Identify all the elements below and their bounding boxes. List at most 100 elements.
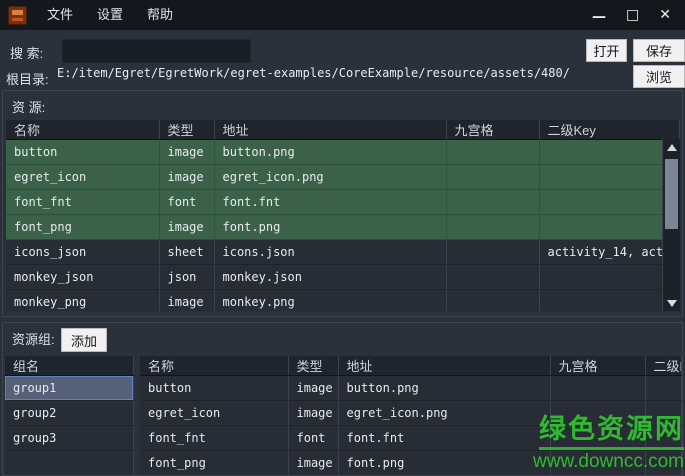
group-resources-table: 名称类型地址九宫格二级Key buttonimagebutton.pngegre… xyxy=(140,356,682,476)
add-group-button[interactable]: 添加 xyxy=(61,328,107,352)
url-cell: button.png xyxy=(338,376,550,401)
url-cell: monkey.png xyxy=(214,290,446,312)
type-cell: image xyxy=(159,290,214,312)
type-cell: image xyxy=(288,376,338,401)
keys-cell xyxy=(539,190,680,215)
column-header: 地址 xyxy=(338,356,550,376)
table-row[interactable]: group3 xyxy=(5,426,134,451)
column-header: 名称 xyxy=(6,120,159,140)
scroll-down-icon[interactable] xyxy=(663,295,680,311)
scroll-up-icon[interactable] xyxy=(663,139,680,155)
table-row[interactable]: font_pngimagefont.png xyxy=(140,451,682,476)
maximize-icon[interactable]: □ xyxy=(626,0,639,30)
type-cell: image xyxy=(159,215,214,240)
keys-cell: activity_14, activity_6 xyxy=(539,240,680,265)
column-header: 名称 xyxy=(140,356,288,376)
group-resources-header-row: 名称类型地址九宫格二级Key xyxy=(140,356,682,376)
close-icon[interactable]: ✕ xyxy=(659,0,671,30)
table-row[interactable]: font_pngimagefont.png xyxy=(6,215,680,240)
url-cell: font.png xyxy=(338,451,550,476)
table-row[interactable]: egret_iconimageegret_icon.png xyxy=(6,165,680,190)
column-header: 九宫格 xyxy=(550,356,645,376)
name-cell: icons_json xyxy=(6,240,159,265)
keys-cell xyxy=(539,215,680,240)
url-cell: egret_icon.png xyxy=(214,165,446,190)
keys-cell xyxy=(645,451,682,476)
name-cell: monkey_json xyxy=(6,265,159,290)
name-cell: group1 xyxy=(5,376,134,401)
window-controls: — □ ✕ xyxy=(592,0,685,30)
save-button[interactable]: 保存 xyxy=(633,39,685,62)
url-cell: font.fnt xyxy=(214,190,446,215)
grid-cell xyxy=(550,376,645,401)
url-cell: font.fnt xyxy=(338,426,550,451)
keys-cell xyxy=(539,265,680,290)
grid-cell xyxy=(446,140,539,165)
name-cell: egret_icon xyxy=(6,165,159,190)
column-header: 类型 xyxy=(288,356,338,376)
app-icon xyxy=(8,6,27,25)
url-cell: font.png xyxy=(214,215,446,240)
table-row[interactable]: buttonimagebutton.png xyxy=(140,376,682,401)
table-row[interactable]: monkey_jsonjsonmonkey.json xyxy=(6,265,680,290)
table-row[interactable]: buttonimagebutton.png xyxy=(6,140,680,165)
keys-cell xyxy=(645,426,682,451)
empty-row xyxy=(5,451,134,476)
root-dir-path[interactable]: E:/item/Egret/EgretWork/egret-examples/C… xyxy=(57,66,627,86)
name-cell: font_png xyxy=(6,215,159,240)
table-row[interactable]: font_fntfontfont.fnt xyxy=(6,190,680,215)
minimize-icon[interactable]: — xyxy=(592,2,606,32)
titlebar: 文件设置帮助 — □ ✕ xyxy=(0,0,685,30)
type-cell: json xyxy=(159,265,214,290)
resources-table-wrap: 名称类型地址九宫格二级Key buttonimagebutton.pngegre… xyxy=(6,120,680,311)
grid-cell xyxy=(550,401,645,426)
menu-item-2[interactable]: 设置 xyxy=(85,0,135,30)
grid-cell xyxy=(550,426,645,451)
keys-cell xyxy=(539,290,680,312)
url-cell: icons.json xyxy=(214,240,446,265)
url-cell: monkey.json xyxy=(214,265,446,290)
table-row[interactable]: icons_jsonsheeticons.json activity_14, ac… xyxy=(6,240,680,265)
resources-table: 名称类型地址九宫格二级Key buttonimagebutton.pngegre… xyxy=(6,120,680,311)
name-cell: font_fnt xyxy=(140,426,288,451)
browse-button[interactable]: 浏览 xyxy=(633,65,685,88)
table-row[interactable]: font_fntfontfont.fnt xyxy=(140,426,682,451)
menu-item-3[interactable]: 帮助 xyxy=(135,0,185,30)
grid-cell xyxy=(446,190,539,215)
group-names-table-wrap: 组名 group1group2group3 xyxy=(5,356,134,476)
table-row[interactable]: egret_iconimageegret_icon.png xyxy=(140,401,682,426)
resources-panel: 资 源: 名称类型地址九宫格二级Key buttonimagebutton.pn… xyxy=(2,90,683,317)
menubar: 文件设置帮助 xyxy=(35,0,185,30)
name-cell: group2 xyxy=(5,401,134,426)
column-header: 九宫格 xyxy=(446,120,539,140)
search-input[interactable] xyxy=(62,39,251,63)
resources-header-row: 名称类型地址九宫格二级Key xyxy=(6,120,680,140)
menu-item-1[interactable]: 文件 xyxy=(35,0,85,30)
root-dir-label: 根目录: xyxy=(6,69,49,88)
type-cell: image xyxy=(288,401,338,426)
table-row[interactable]: group1 xyxy=(5,376,134,401)
grid-cell xyxy=(446,165,539,190)
type-cell: sheet xyxy=(159,240,214,265)
name-cell: button xyxy=(140,376,288,401)
type-cell: image xyxy=(159,140,214,165)
group-names-header-row: 组名 xyxy=(5,356,134,376)
groups-label: 资源组: xyxy=(12,329,55,348)
name-cell: group3 xyxy=(5,426,134,451)
url-cell: button.png xyxy=(214,140,446,165)
table-row[interactable]: group2 xyxy=(5,401,134,426)
name-cell: monkey_png xyxy=(6,290,159,312)
name-cell: font_fnt xyxy=(6,190,159,215)
grid-cell xyxy=(446,290,539,312)
open-button[interactable]: 打开 xyxy=(586,39,627,62)
keys-cell xyxy=(539,140,680,165)
scrollbar[interactable] xyxy=(662,139,680,311)
url-cell: egret_icon.png xyxy=(338,401,550,426)
column-header: 地址 xyxy=(214,120,446,140)
search-label: 搜 索: xyxy=(10,43,43,62)
grid-cell xyxy=(550,451,645,476)
type-cell: font xyxy=(159,190,214,215)
scroll-thumb[interactable] xyxy=(665,159,678,229)
table-row[interactable]: monkey_pngimagemonkey.png xyxy=(6,290,680,312)
name-cell: button xyxy=(6,140,159,165)
